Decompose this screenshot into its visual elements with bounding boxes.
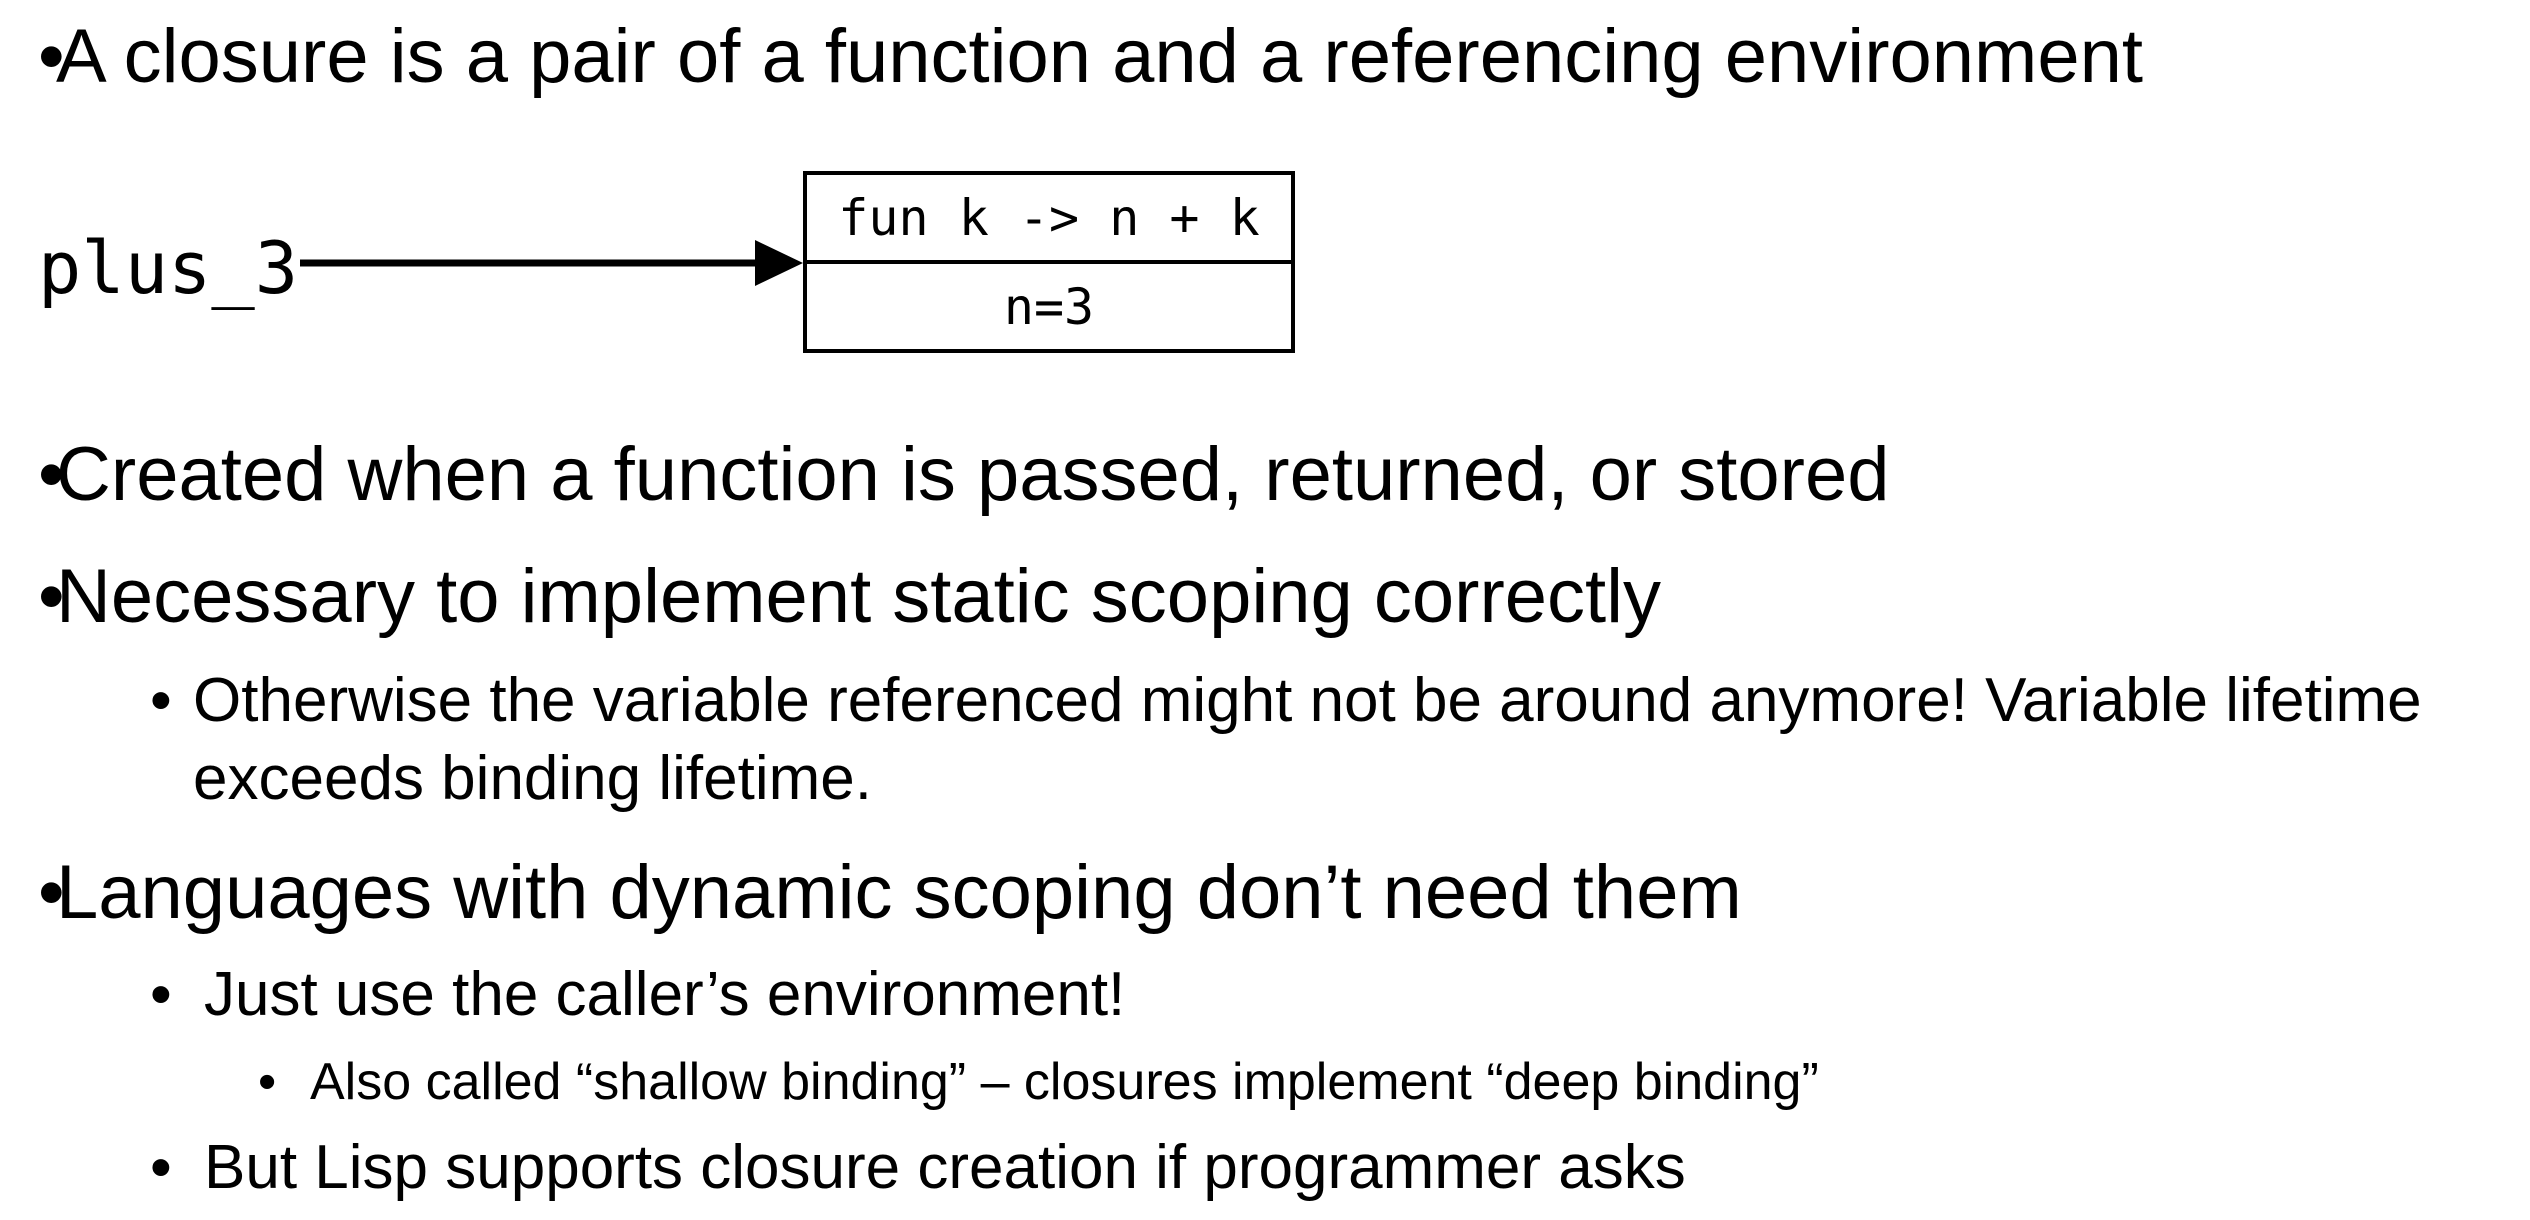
bullet-text: Created when a function is passed, retur… (56, 432, 1890, 517)
bullet-created-when: • Created when a function is passed, ret… (0, 430, 1890, 520)
bullet-marker: • (150, 960, 172, 1029)
bullet-marker: • (38, 14, 65, 99)
sub-bullet-caller-environment: • Just use the caller’s environment! (144, 956, 1125, 1034)
bullet-text: A closure is a pair of a function and a … (56, 14, 2143, 99)
bullet-text: Also called “shallow binding” – closures… (310, 1053, 1819, 1111)
sub-sub-bullet-shallow-binding: • Also called “shallow binding” – closur… (256, 1050, 1819, 1114)
bullet-marker: • (150, 666, 172, 735)
closure-environment-cell: n=3 (1003, 277, 1095, 336)
arrow-icon (300, 240, 803, 286)
sub-bullet-variable-lifetime: • Otherwise the variable referenced migh… (144, 662, 2524, 818)
bullet-marker: • (38, 432, 65, 517)
bullet-marker: • (38, 850, 65, 935)
bullet-text: Necessary to implement static scoping co… (56, 554, 1662, 639)
bullet-closure-definition: • A closure is a pair of a function and … (0, 12, 2143, 102)
bullet-text: But Lisp supports closure creation if pr… (204, 1133, 1686, 1202)
bullet-marker: • (258, 1053, 277, 1111)
bullet-text: Languages with dynamic scoping don’t nee… (56, 850, 1742, 935)
bullet-marker: • (38, 554, 65, 639)
closure-box: fun k -> n + k n=3 (803, 171, 1295, 353)
bullet-dynamic-scoping: • Languages with dynamic scoping don’t n… (0, 848, 1742, 938)
closure-function-cell: fun k -> n + k (807, 175, 1291, 264)
bullet-text: Just use the caller’s environment! (204, 960, 1126, 1029)
sub-bullet-lisp-closures: • But Lisp supports closure creation if … (144, 1129, 1686, 1207)
bullet-static-scoping: • Necessary to implement static scoping … (0, 552, 1661, 642)
bullet-text: Otherwise the variable referenced might … (193, 666, 2422, 813)
variable-label: plus_3 (38, 226, 299, 310)
bullet-marker: • (150, 1133, 172, 1202)
